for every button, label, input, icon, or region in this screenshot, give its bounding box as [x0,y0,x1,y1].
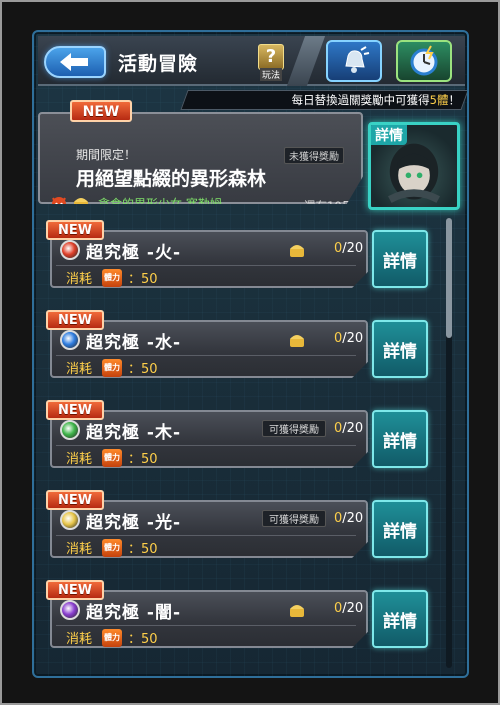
clear-count: 0/20 [334,511,363,526]
chest-icon [290,335,304,347]
howto-label: 玩法 [259,68,282,81]
clear-count-total: /20 [342,601,364,616]
chest-icon [290,245,304,257]
remaining-days: 還有10日 [304,199,354,213]
cost-value: ：50 [128,272,158,287]
cost-label: 消耗 [66,362,93,377]
detail-button[interactable]: 詳情 [372,410,428,468]
event-card[interactable]: 期間限定！ 未獲得獎勵 用絕望點綴的異形森林 貪食的異形少女 塞勒姆 還有10日 [38,112,363,204]
dark-icon [60,600,80,620]
cost-label: 消耗 [66,272,93,287]
limited-label: 期間限定！ [76,148,137,162]
event-detail-label: 詳情 [371,125,407,145]
row-divider [56,625,356,626]
clear-count: 0/20 [334,601,363,616]
stage-name: 超究極 -水- [86,333,182,353]
light-icon [60,510,80,530]
chest-icon [290,605,304,617]
page-title: 活動冒險 [118,53,199,75]
cost-label: 消耗 [66,632,93,647]
event-title: 用絕望點綴的異形森林 [76,168,267,190]
cost-value: ：50 [128,452,158,467]
clock-button[interactable] [396,40,452,82]
row-divider [56,355,356,356]
reward-available-badge: 可獲得獎勵 [262,420,326,437]
stage-row[interactable]: 超究極 -水- 0/20 消耗 體力 ：50 NEW 詳情 [46,310,428,380]
howto-button[interactable]: ? 玩法 [256,44,286,82]
scrollbar-thumb[interactable] [446,218,452,338]
row-divider [56,535,356,536]
stage-name: 超究極 -光- [86,513,182,533]
row-divider [56,445,356,446]
cost-label: 消耗 [66,542,93,557]
stage-row[interactable]: 超究極 -火- 0/20 消耗 體力 ：50 NEW 詳情 [46,220,428,290]
header-divider [286,36,326,86]
clock-icon [410,45,438,76]
stamina-icon: 體力 [102,539,122,557]
event-subtitle: 貪食的異形少女 塞勒姆 [98,196,222,211]
stamina-icon: 體力 [102,359,122,377]
game-screen: 活動冒險 ? 玩法 每日替換過關獎勵中可獲得5體！ 期間限定！ 未獲得獎勵 用絕… [32,30,469,678]
clear-count-total: /20 [342,421,364,436]
detail-button[interactable]: 詳情 [372,500,428,558]
stamina-icon: 體力 [102,629,122,647]
bell-button[interactable] [326,40,382,82]
clear-count-total: /20 [342,331,364,346]
stage-name: 超究極 -木- [86,423,182,443]
new-badge: NEW [46,220,104,240]
stamina-icon: 體力 [102,269,122,287]
stage-header: 超究極 -水- 0/20 [56,326,366,354]
event-subtitle-row: 貪食的異形少女 塞勒姆 [50,194,222,211]
row-divider [56,265,356,266]
clear-count: 0/20 [334,241,363,256]
stage-header: 超究極 -闇- 0/20 [56,596,366,624]
wood-icon [60,420,80,440]
detail-button[interactable]: 詳情 [372,230,428,288]
cost-value: ：50 [128,542,158,557]
bell-icon [345,46,370,73]
new-badge: NEW [46,580,104,600]
reward-status-badge: 未獲得獎勵 [284,147,344,164]
new-badge: NEW [46,400,104,420]
event-detail-button[interactable]: 詳情 [368,122,460,210]
devil-icon [52,197,66,204]
cost-label: 消耗 [66,452,93,467]
question-icon: ? [258,44,284,70]
device-frame: 活動冒險 ? 玩法 每日替換過關獎勵中可獲得5體！ 期間限定！ 未獲得獎勵 用絕… [0,0,500,705]
clear-count: 0/20 [334,331,363,346]
clear-count: 0/20 [334,421,363,436]
stage-row[interactable]: 超究極 -光- 0/20 消耗 體力 ：50 NEW 詳情 可獲得獎勵 [46,490,428,560]
new-badge: NEW [46,490,104,510]
cost-value: ：50 [128,632,158,647]
back-button[interactable] [44,46,106,78]
clear-count-total: /20 [342,511,364,526]
fire-icon [60,240,80,260]
stage-name: 超究極 -闇- [86,603,182,623]
chest-icon [74,198,88,204]
stage-row[interactable]: 超究極 -木- 0/20 消耗 體力 ：50 NEW 詳情 可獲得獎勵 [46,400,428,470]
stamina-icon: 體力 [102,449,122,467]
new-badge: NEW [70,100,132,122]
detail-button[interactable]: 詳情 [372,320,428,378]
new-badge: NEW [46,310,104,330]
cost-value: ：50 [128,362,158,377]
clear-count-total: /20 [342,241,364,256]
back-arrow-icon [60,53,88,71]
stage-row[interactable]: 超究極 -闇- 0/20 消耗 體力 ：50 NEW 詳情 [46,580,428,650]
stage-name: 超究極 -火- [86,243,182,263]
reward-available-badge: 可獲得獎勵 [262,510,326,527]
event-banner[interactable]: 期間限定！ 未獲得獎勵 用絕望點綴的異形森林 貪食的異形少女 塞勒姆 還有10日… [38,100,465,210]
water-icon [60,330,80,350]
detail-button[interactable]: 詳情 [372,590,428,648]
scrollbar[interactable] [446,218,452,668]
stage-header: 超究極 -火- 0/20 [56,236,366,264]
top-bar: 活動冒險 ? 玩法 [38,36,465,86]
